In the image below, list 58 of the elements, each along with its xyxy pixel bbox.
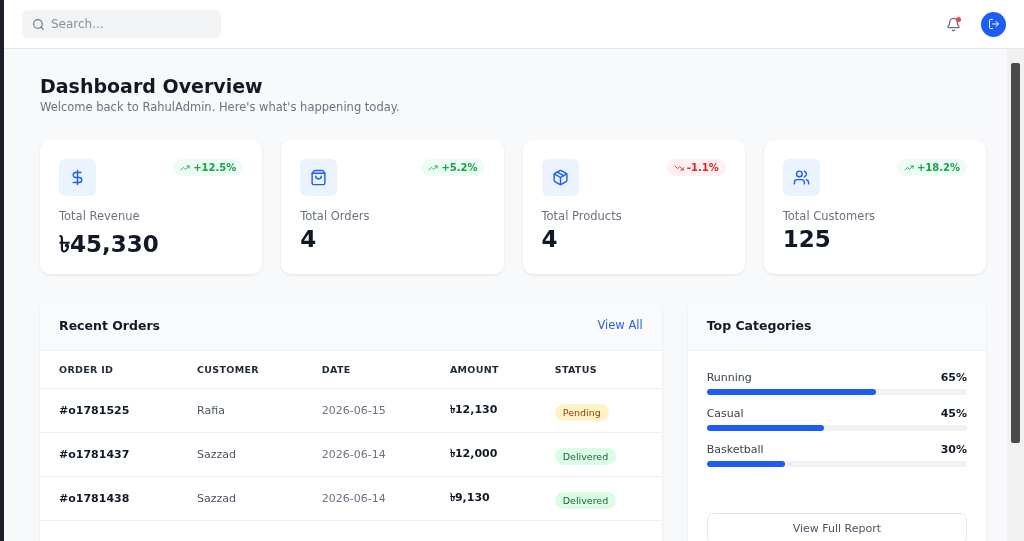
column-header: STATUS [535,351,662,388]
page-subtitle: Welcome back to RahulAdmin. Here's what's happening today. [40,100,401,114]
table-cell: #o1781438 [40,476,179,520]
category-name: Basketball [706,443,764,456]
search-field[interactable]: Search... [22,10,221,38]
status-badge: Delivered [554,491,617,509]
table-cell: ৳9,130 [430,476,536,520]
stat-value: 4 [541,226,559,252]
stat-value: 125 [782,226,832,252]
panel-title: Recent Orders [59,317,161,333]
users-icon [792,169,810,186]
page-title: Dashboard Overview [40,75,264,97]
change-badge: -1.1% [666,159,726,176]
status-badge: Delivered [554,447,617,465]
table-cell: 2026-06-14 [302,432,431,476]
table-cell: #o1781525 [40,388,179,432]
column-header: ORDER ID [40,351,179,388]
logout-icon [987,18,1000,30]
panel-title: Top Categories [706,317,812,333]
stat-label: Total Customers [782,209,877,223]
category-percent: 65% [940,371,967,384]
table-cell: ৳12,000 [430,432,536,476]
table-cell: 2026-06-14 [302,476,431,520]
change-badge: +18.2% [896,159,967,176]
column-header: DATE [302,351,431,388]
stat-label: Total Revenue [59,209,141,223]
category-name: Running [706,371,752,384]
status-badge: Pending [554,403,609,421]
trending-up-icon [428,162,439,173]
table-cell: ৳12,130 [430,388,536,432]
scrollbar[interactable] [1007,49,1024,541]
search-icon [32,18,45,31]
shopping-bag-icon [310,169,328,186]
category-percent: 30% [940,443,967,456]
box-icon [551,169,569,186]
column-header: AMOUNT [430,351,536,388]
category-name: Casual [706,407,744,420]
bell-icon [946,16,961,32]
column-header: CUSTOMER [178,351,303,388]
stat-value: ৳45,330 [59,230,160,259]
table-cell: Sazzad [178,432,303,476]
stat-value: 4 [300,226,318,252]
view-report-button[interactable]: View Full Report [706,513,967,541]
table-cell: Rafia [178,388,303,432]
stat-label: Total Orders [300,209,371,223]
change-badge: +5.2% [421,159,485,176]
stat-label: Total Products [541,209,623,223]
trending-down-icon [673,162,684,173]
logout-button[interactable] [981,11,1006,37]
view-all-link[interactable]: View All [597,318,643,332]
table-cell: #o1781437 [40,432,179,476]
table-cell: 2026-06-15 [302,388,431,432]
table-cell: Sazzad [178,476,303,520]
notifications-button[interactable] [946,16,961,32]
trending-up-icon [903,162,914,173]
category-percent: 45% [940,407,967,420]
trending-up-icon [180,162,191,173]
change-badge: +12.5% [173,159,244,176]
